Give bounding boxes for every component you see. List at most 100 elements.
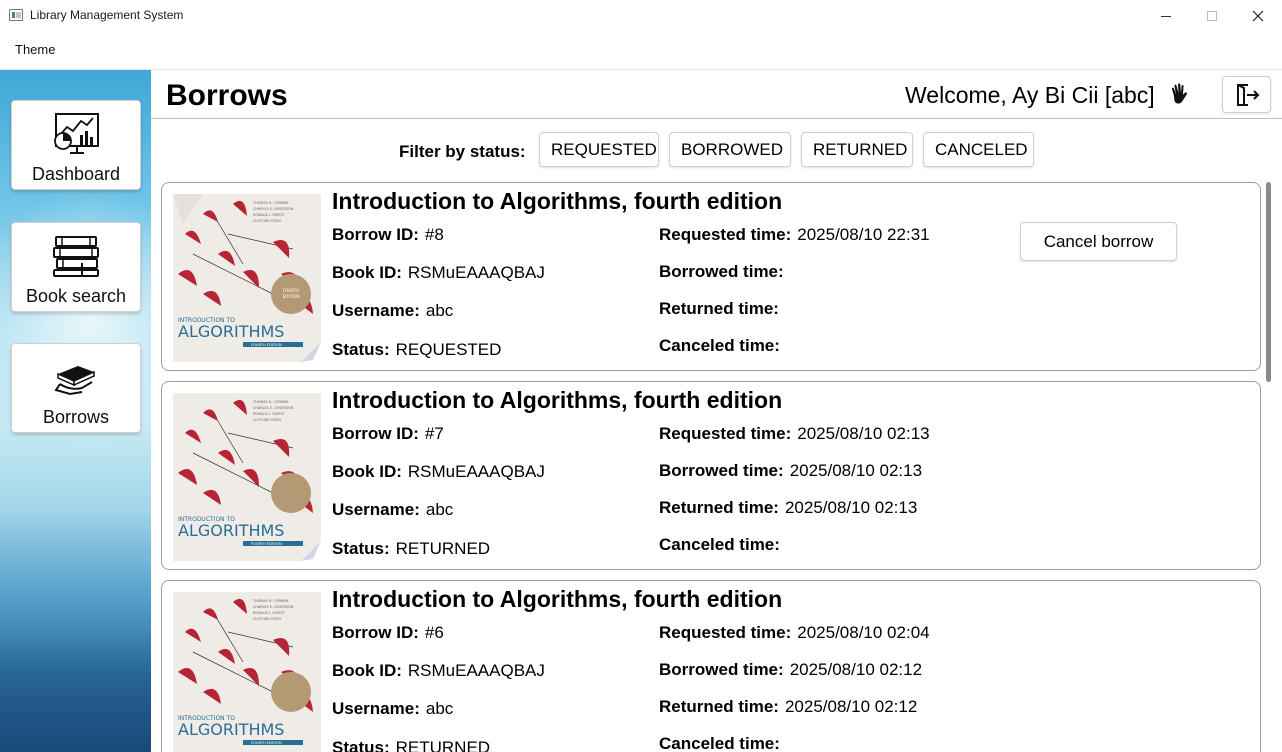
field-value: abc bbox=[425, 301, 454, 320]
sidebar-item-label: Book search bbox=[25, 286, 127, 306]
sidebar-item-dashboard[interactable]: Dashboard bbox=[11, 100, 141, 190]
cancel-borrow-button[interactable]: Cancel borrow bbox=[1020, 222, 1177, 261]
status-field: Status: RETURNED bbox=[332, 738, 490, 752]
sidebar-item-borrows[interactable]: Borrows bbox=[11, 343, 141, 433]
cover-author: CHARLES E. LEISERSON bbox=[253, 406, 294, 410]
field-label: Requested time: bbox=[659, 225, 792, 244]
sidebar-item-label: Borrows bbox=[42, 407, 109, 427]
sidebar-item-label: Dashboard bbox=[31, 164, 121, 184]
field-label: Book ID: bbox=[332, 462, 402, 481]
filter-returned-button[interactable]: RETURNED bbox=[801, 132, 913, 167]
maximize-button[interactable] bbox=[1189, 0, 1235, 32]
field-value: #8 bbox=[424, 225, 444, 244]
menu-bar: Theme bbox=[0, 32, 1282, 70]
book-cover-image: THOMAS H. CORMEN CHARLES E. LEISERSON RO… bbox=[173, 592, 321, 752]
cover-title: ALGORITHMS bbox=[178, 322, 284, 341]
filter-requested-button[interactable]: REQUESTED bbox=[539, 132, 659, 167]
field-label: Username: bbox=[332, 699, 420, 718]
book-title: Introduction to Algorithms, fourth editi… bbox=[332, 586, 783, 612]
canceled-time-field: Canceled time: bbox=[659, 734, 786, 752]
filter-borrowed-button[interactable]: BORROWED bbox=[669, 132, 791, 167]
borrow-card: THOMAS H. CORMEN CHARLES E. LEISERSON RO… bbox=[161, 580, 1261, 752]
field-label: Borrow ID: bbox=[332, 225, 419, 244]
book-id-field: Book ID: RSMuEAAAQBAJ bbox=[332, 661, 545, 681]
field-label: Borrow ID: bbox=[332, 623, 419, 642]
book-id-field: Book ID: RSMuEAAAQBAJ bbox=[332, 462, 545, 482]
cover-edition: FOURTH EDITION bbox=[251, 741, 282, 745]
field-label: Borrow ID: bbox=[332, 424, 419, 443]
borrowed-time-field: Borrowed time: 2025/08/10 02:12 bbox=[659, 660, 922, 680]
cover-author: RONALD L. RIVEST bbox=[253, 611, 285, 615]
book-title: Introduction to Algorithms, fourth editi… bbox=[332, 387, 783, 413]
field-value: 2025/08/10 02:13 bbox=[797, 424, 930, 443]
main-content: Borrows Welcome, Ay Bi Cii [abc] Filter … bbox=[151, 70, 1282, 752]
field-value: RETURNED bbox=[395, 738, 491, 752]
cover-title: ALGORITHMS bbox=[178, 521, 284, 540]
status-field: Status: REQUESTED bbox=[332, 340, 501, 360]
cover-author: RONALD L. RIVEST bbox=[253, 412, 285, 416]
field-label: Returned time: bbox=[659, 299, 779, 318]
minimize-icon bbox=[1161, 15, 1171, 17]
borrow-card: THOMAS H. CORMEN CHARLES E. LEISERSON RO… bbox=[161, 381, 1261, 570]
menu-theme[interactable]: Theme bbox=[15, 42, 55, 57]
field-label: Username: bbox=[332, 301, 420, 320]
svg-text:EDITION: EDITION bbox=[283, 294, 300, 299]
window-titlebar: Library Management System bbox=[0, 0, 1282, 32]
books-stack-icon bbox=[53, 236, 99, 277]
scrollbar-thumb[interactable] bbox=[1266, 182, 1271, 382]
logout-button[interactable] bbox=[1222, 76, 1271, 113]
field-label: Borrowed time: bbox=[659, 262, 784, 281]
field-label: Status: bbox=[332, 340, 390, 359]
field-label: Book ID: bbox=[332, 263, 402, 282]
filter-canceled-button[interactable]: CANCELED bbox=[923, 132, 1034, 167]
cover-author: CLIFFORD STEIN bbox=[253, 418, 281, 422]
field-value: 2025/08/10 02:13 bbox=[789, 461, 923, 480]
cover-title: ALGORITHMS bbox=[178, 720, 284, 739]
maximize-icon bbox=[1207, 11, 1217, 21]
book-cover-image: THOMAS H. CORMEN CHARLES E. LEISERSON RO… bbox=[173, 393, 321, 561]
field-label: Canceled time: bbox=[659, 336, 780, 355]
borrow-id-field: Borrow ID: #7 bbox=[332, 424, 444, 444]
canceled-time-field: Canceled time: bbox=[659, 535, 786, 555]
field-value: REQUESTED bbox=[395, 340, 502, 359]
field-value: 2025/08/10 02:12 bbox=[784, 697, 918, 716]
username-field: Username: abc bbox=[332, 699, 453, 719]
field-value: #6 bbox=[424, 623, 444, 642]
cover-author: THOMAS H. CORMEN bbox=[252, 201, 289, 205]
field-label: Canceled time: bbox=[659, 535, 780, 554]
book-cover-image: FOURTH EDITION THOMAS H. CORMEN CHARLES … bbox=[173, 194, 321, 362]
cover-author: CHARLES E. LEISERSON bbox=[253, 605, 294, 609]
minimize-button[interactable] bbox=[1143, 0, 1189, 32]
field-value: RETURNED bbox=[395, 539, 491, 558]
field-value: RSMuEAAAQBAJ bbox=[407, 462, 545, 481]
book-title: Introduction to Algorithms, fourth editi… bbox=[332, 188, 783, 214]
field-label: Requested time: bbox=[659, 424, 792, 443]
hand-book-icon bbox=[54, 366, 95, 396]
field-label: Borrowed time: bbox=[659, 660, 784, 679]
returned-time-field: Returned time: bbox=[659, 299, 785, 319]
svg-text:FOURTH: FOURTH bbox=[283, 288, 299, 293]
sidebar-item-book-search[interactable]: Book search bbox=[11, 222, 141, 312]
logout-icon bbox=[1236, 83, 1259, 106]
borrow-list[interactable]: FOURTH EDITION THOMAS H. CORMEN CHARLES … bbox=[161, 182, 1261, 752]
dashboard-chart-icon bbox=[54, 113, 99, 154]
cover-edition: FOURTH EDITION bbox=[251, 542, 282, 546]
field-label: Status: bbox=[332, 738, 390, 752]
field-label: Canceled time: bbox=[659, 734, 780, 752]
returned-time-field: Returned time: 2025/08/10 02:12 bbox=[659, 697, 917, 717]
field-label: Returned time: bbox=[659, 697, 779, 716]
field-value: abc bbox=[425, 699, 454, 718]
app-icon bbox=[9, 9, 23, 21]
cover-author: CLIFFORD STEIN bbox=[253, 219, 281, 223]
requested-time-field: Requested time: 2025/08/10 02:13 bbox=[659, 424, 930, 444]
field-value: #7 bbox=[424, 424, 444, 443]
cover-author: CLIFFORD STEIN bbox=[253, 617, 281, 621]
status-field: Status: RETURNED bbox=[332, 539, 490, 559]
field-label: Requested time: bbox=[659, 623, 792, 642]
field-value: 2025/08/10 02:12 bbox=[789, 660, 923, 679]
field-value: RSMuEAAAQBAJ bbox=[407, 661, 545, 680]
requested-time-field: Requested time: 2025/08/10 22:31 bbox=[659, 225, 930, 245]
canceled-time-field: Canceled time: bbox=[659, 336, 786, 356]
close-button[interactable] bbox=[1235, 0, 1281, 32]
list-scrollbar[interactable] bbox=[1265, 182, 1273, 752]
